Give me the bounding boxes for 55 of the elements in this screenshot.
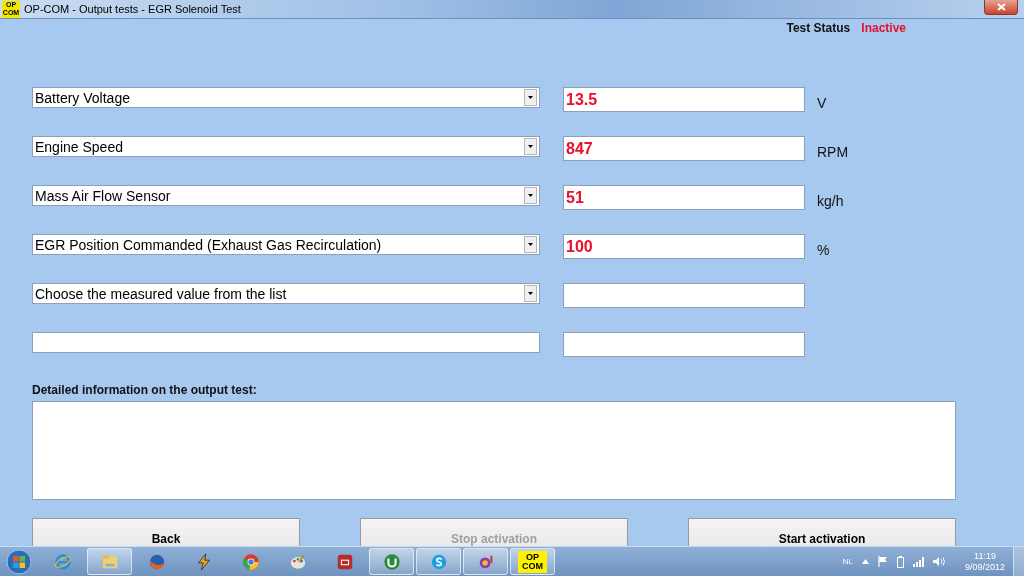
value-field[interactable]: 100 [563,234,805,259]
app-icon: OP COM [518,550,547,573]
globe-fox-icon [147,552,166,571]
dropdown-button[interactable] [524,89,537,106]
caret-icon [528,145,533,148]
caret-icon [528,194,533,197]
value-field[interactable] [563,283,805,308]
parameter-field[interactable] [32,332,540,353]
torrent-icon [382,552,401,571]
parameter-dropdown[interactable]: Engine Speed [32,136,540,157]
details-label: Detailed information on the output test: [32,383,258,399]
taskbar-button[interactable] [463,548,508,575]
flag-icon[interactable] [877,556,888,567]
value-field[interactable]: 847 [563,136,805,161]
signal-icon[interactable] [912,556,924,567]
parameter-dropdown[interactable]: Battery Voltage [32,87,540,108]
status-value: Inactive [861,21,906,37]
media-app-icon [335,552,354,571]
caret-icon[interactable] [861,559,869,564]
value-field[interactable]: 51 [563,185,805,210]
chrome-ball-icon [241,552,260,571]
taskbar-button[interactable]: OP COM [510,548,555,575]
window-title: OP-COM - Output tests - EGR Solenoid Test [24,3,241,15]
parameter-dropdown[interactable]: Choose the measured value from the list [32,283,540,304]
unit-label: V [817,95,827,111]
parameter-dropdown[interactable]: Mass Air Flow Sensor [32,185,540,206]
close-icon [996,3,1006,11]
taskbar-button[interactable] [416,548,461,575]
dropdown-button[interactable] [524,236,537,253]
value-field[interactable] [563,332,805,357]
battery-icon[interactable] [896,555,904,568]
dropdown-button[interactable] [524,138,537,155]
speaker-icon[interactable] [932,556,946,567]
unit-label: RPM [817,144,849,160]
action-button[interactable]: Back [32,518,300,546]
dropdown-button[interactable] [524,187,537,204]
e-globe-icon [53,552,72,571]
unit-label: kg/h [817,193,844,209]
taskbar-button[interactable] [87,548,132,575]
action-button[interactable]: Start activation [688,518,956,546]
details-box[interactable] [32,401,956,500]
dropdown-button[interactable] [524,285,537,302]
palette-icon [288,552,307,571]
start-button[interactable] [4,547,34,576]
caret-icon [528,292,533,295]
unit-label: % [817,242,830,258]
value-field[interactable]: 13.5 [563,87,805,112]
close-button[interactable] [984,0,1018,15]
skype-icon [429,552,448,571]
parameter-dropdown[interactable]: EGR Position Commanded (Exhaust Gas Recirculation) [32,234,540,255]
show-desktop-button[interactable] [1013,547,1024,576]
taskbar-button[interactable] [369,548,414,575]
caret-icon [528,96,533,99]
caret-icon [528,243,533,246]
status-label: Test Status [786,21,851,37]
